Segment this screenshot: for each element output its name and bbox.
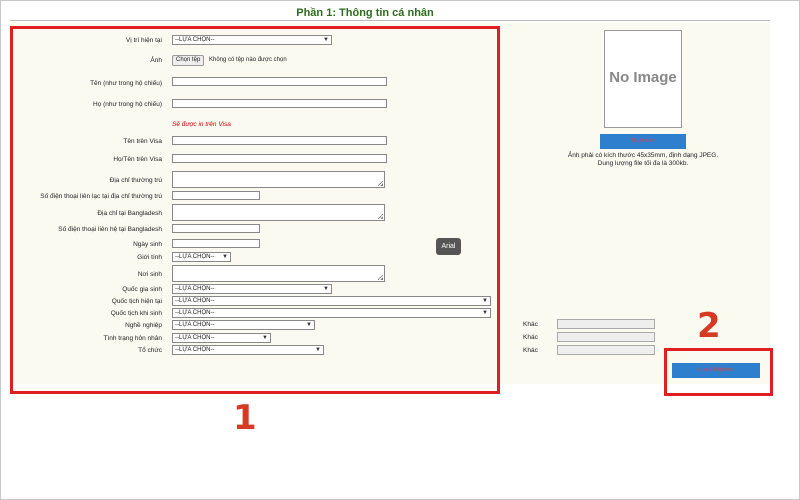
- no-image-text: No Image: [609, 69, 677, 86]
- header-divider: [10, 20, 770, 21]
- highlight-box-form: [10, 26, 500, 394]
- upload-photo-button[interactable]: Tải ảnh lên: [600, 134, 686, 149]
- photo-placeholder: No Image: [604, 30, 682, 128]
- annotation-marker-2: 2: [697, 306, 721, 346]
- other-occupation-input[interactable]: [557, 319, 655, 329]
- other-organization-label: Khác: [523, 347, 538, 354]
- other-organization-input[interactable]: [557, 345, 655, 355]
- page-title: Phần 1: Thông tin cá nhân: [296, 7, 434, 19]
- other-occupation-label: Khác: [523, 321, 538, 328]
- highlight-box-save: [664, 348, 773, 396]
- other-marital-input[interactable]: [557, 332, 655, 342]
- photo-requirements-line1: Ảnh phải có kích thước 45x35mm, định dạn…: [567, 152, 719, 159]
- photo-requirements-line2: Dung lượng file tối đa là 300kb.: [597, 160, 689, 167]
- annotation-marker-1: 1: [233, 398, 257, 438]
- other-marital-label: Khác: [523, 334, 538, 341]
- photo-requirements: Ảnh phải có kích thước 45x35mm, định dạn…: [560, 152, 726, 168]
